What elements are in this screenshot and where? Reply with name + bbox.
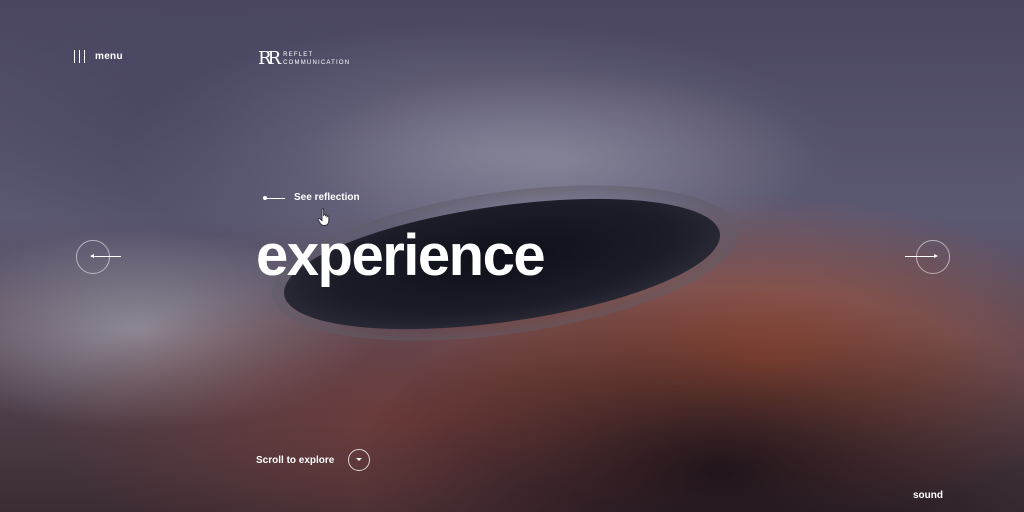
brand-logo[interactable]: RR REFLET COMMUNICATION [258, 50, 350, 68]
headline: experience [256, 223, 546, 288]
arrow-right-icon [905, 256, 935, 257]
chevron-down-icon [356, 458, 363, 461]
see-reflection-link[interactable]: See reflection [263, 192, 360, 203]
next-slide-button[interactable] [905, 240, 950, 274]
arrow-left-icon [263, 193, 285, 203]
vertical-bars-icon [74, 50, 85, 63]
scroll-label: Scroll to explore [256, 454, 335, 466]
brand-line-1: REFLET [283, 52, 314, 58]
menu-button[interactable]: menu [74, 50, 123, 63]
prev-slide-button[interactable] [76, 240, 121, 274]
brand-mark: RR [258, 48, 281, 69]
scroll-to-explore[interactable]: Scroll to explore [256, 449, 371, 471]
brand-text: REFLET COMMUNICATION [283, 51, 350, 67]
see-reflection-label: See reflection [294, 192, 360, 203]
scroll-down-button[interactable] [348, 449, 371, 471]
arrow-left-icon [91, 256, 121, 257]
menu-label: menu [95, 51, 123, 62]
sound-toggle[interactable]: sound [913, 490, 943, 501]
brand-line-2: COMMUNICATION [283, 60, 351, 66]
